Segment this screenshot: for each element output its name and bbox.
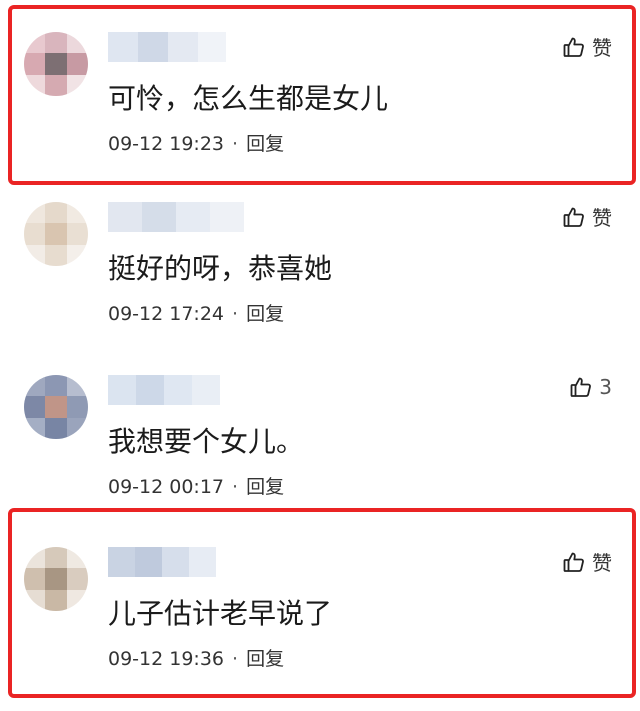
like-button[interactable]: 3 xyxy=(569,375,612,399)
avatar[interactable] xyxy=(24,547,88,611)
username-blurred[interactable] xyxy=(108,202,244,232)
avatar[interactable] xyxy=(24,375,88,439)
comment-item: 我想要个女儿。 09-12 00:17 · 回复 3 xyxy=(0,353,640,523)
meta-separator: · xyxy=(232,133,239,155)
comment-meta: 09-12 19:23 · 回复 xyxy=(108,132,284,156)
comment-item: 儿子估计老早说了 09-12 19:36 · 回复 赞 xyxy=(0,525,640,695)
like-label: 赞 xyxy=(592,36,612,60)
avatar[interactable] xyxy=(24,202,88,266)
comment-time: 09-12 17:24 xyxy=(108,303,225,325)
meta-separator: · xyxy=(232,303,239,325)
thumbs-up-icon xyxy=(563,37,584,57)
thumbs-up-icon xyxy=(570,377,592,397)
like-count: 3 xyxy=(599,375,612,399)
like-label: 赞 xyxy=(592,551,612,575)
comment-item: 挺好的呀，恭喜她 09-12 17:24 · 回复 赞 xyxy=(0,180,640,350)
like-button[interactable]: 赞 xyxy=(562,32,612,61)
like-label: 赞 xyxy=(592,206,612,230)
thumbs-up-icon xyxy=(563,207,584,227)
comment-meta: 09-12 17:24 · 回复 xyxy=(108,302,284,326)
comment-text: 可怜，怎么生都是女儿 xyxy=(108,82,389,115)
comment-meta: 09-12 00:17 · 回复 xyxy=(108,475,284,499)
reply-button[interactable]: 回复 xyxy=(246,303,284,325)
username-blurred[interactable] xyxy=(108,547,216,577)
comment-text: 挺好的呀，恭喜她 xyxy=(108,252,333,285)
meta-separator: · xyxy=(232,476,239,498)
comment-time: 09-12 19:23 xyxy=(108,133,225,155)
reply-button[interactable]: 回复 xyxy=(246,133,284,155)
comment-meta: 09-12 19:36 · 回复 xyxy=(108,647,284,671)
like-button[interactable]: 赞 xyxy=(562,547,612,576)
meta-separator: · xyxy=(232,648,239,670)
thumbs-up-icon xyxy=(563,552,584,572)
reply-button[interactable]: 回复 xyxy=(246,648,284,670)
comment-text: 儿子估计老早说了 xyxy=(108,597,333,630)
comment-time: 09-12 00:17 xyxy=(108,476,225,498)
comment-time: 09-12 19:36 xyxy=(108,648,225,670)
username-blurred[interactable] xyxy=(108,375,220,405)
comment-text: 我想要个女儿。 xyxy=(108,425,305,458)
comment-item: 可怜，怎么生都是女儿 09-12 19:23 · 回复 赞 xyxy=(0,10,640,180)
like-button[interactable]: 赞 xyxy=(562,202,612,231)
reply-button[interactable]: 回复 xyxy=(246,476,284,498)
avatar[interactable] xyxy=(24,32,88,96)
username-blurred[interactable] xyxy=(108,32,226,62)
